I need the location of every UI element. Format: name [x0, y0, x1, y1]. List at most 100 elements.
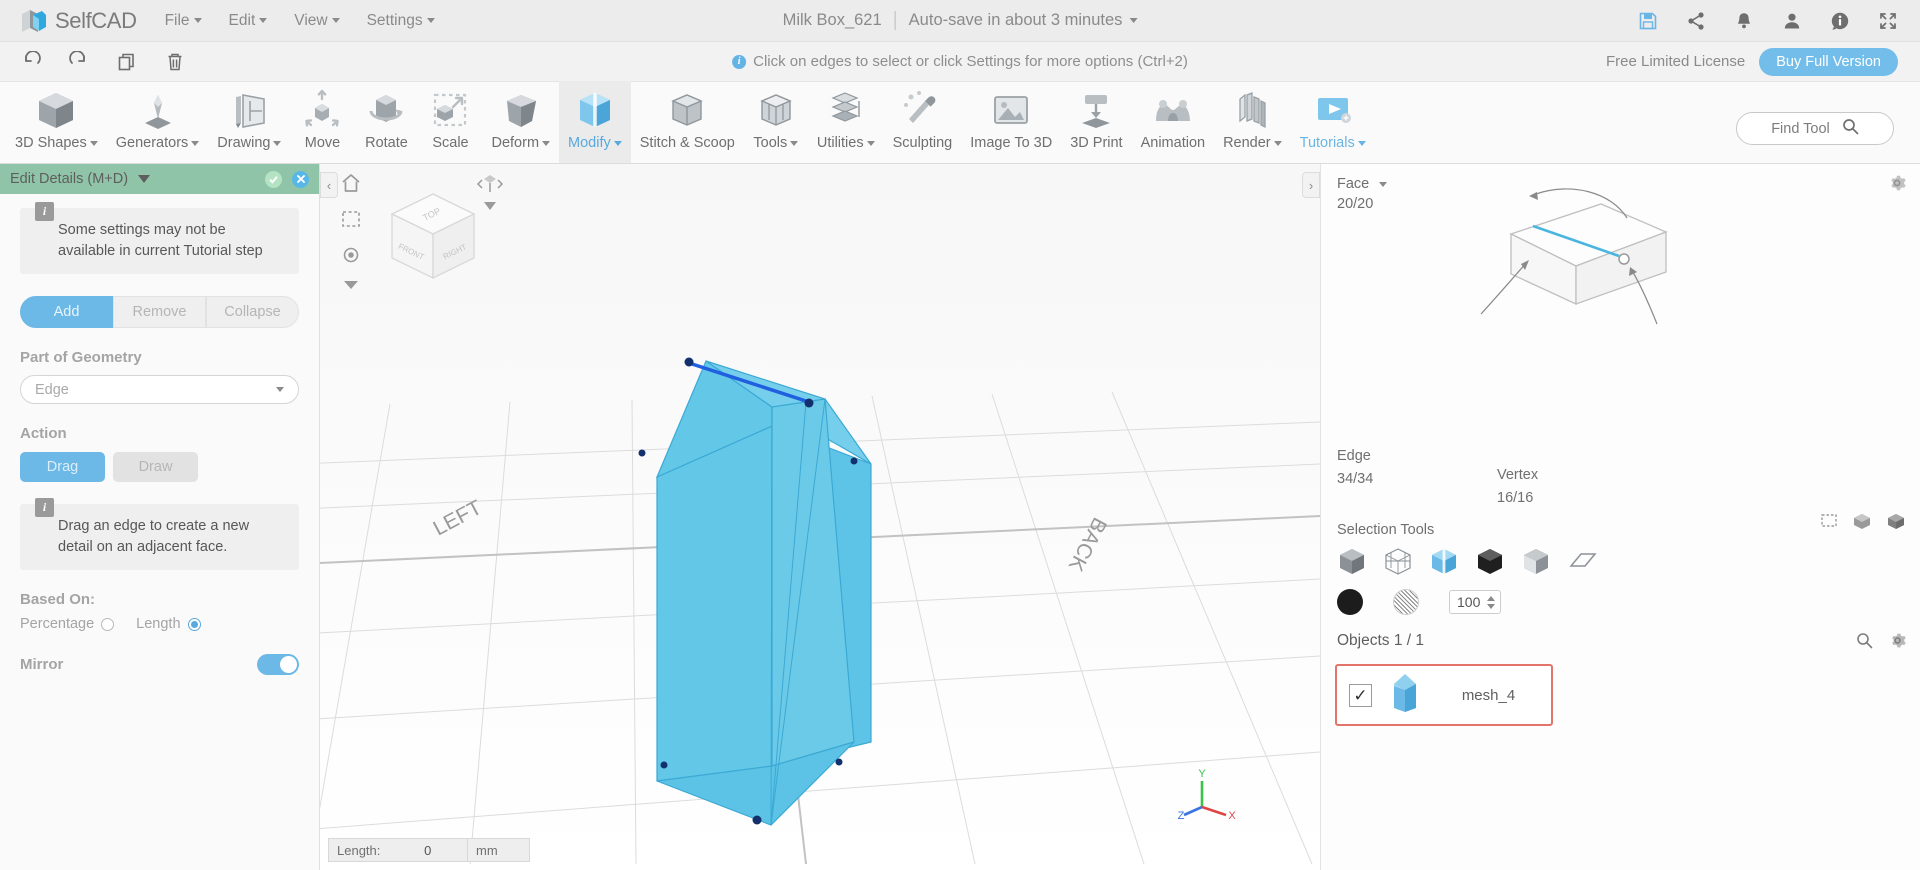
menu-file-label: File — [164, 11, 190, 29]
tools-icon — [753, 87, 799, 133]
length-value[interactable]: 0 — [388, 843, 467, 858]
ribbon-tools[interactable]: Tools — [744, 81, 808, 163]
cancel-button[interactable] — [292, 170, 309, 188]
stepper-arrows[interactable] — [1487, 595, 1495, 609]
ribbon-render-label: Render — [1223, 135, 1282, 151]
select-outline-icon[interactable] — [1475, 546, 1505, 576]
collapse-right-panel-button[interactable]: › — [1302, 172, 1320, 198]
menu-edit[interactable]: Edit — [229, 12, 268, 30]
ribbon-modify[interactable]: Modify — [559, 81, 631, 163]
search-icon[interactable] — [1856, 632, 1873, 654]
notifications-bell-icon[interactable] — [1734, 11, 1754, 31]
part-of-geometry-select[interactable]: Edge — [20, 375, 299, 405]
apply-button[interactable] — [265, 170, 282, 188]
texture-swatch-icon[interactable] — [1393, 589, 1419, 615]
radio-icon — [101, 617, 115, 631]
select-region-icon[interactable] — [340, 208, 362, 230]
autosave-status[interactable]: Auto-save in about 3 minutes — [909, 11, 1138, 30]
vertex-handle — [660, 761, 668, 769]
chevron-down-icon — [1129, 18, 1138, 23]
mirror-toggle[interactable] — [257, 654, 299, 676]
color-swatch-black[interactable] — [1337, 589, 1363, 615]
select-box-icon[interactable] — [1852, 512, 1872, 535]
ribbon-move[interactable]: Move — [290, 81, 354, 163]
collapse-left-panel-button[interactable]: ‹ — [320, 172, 338, 198]
menu-file[interactable]: File — [165, 12, 202, 30]
navigation-cube[interactable]: TOP FRONT RIGHT — [378, 186, 488, 296]
redo-button[interactable] — [68, 50, 90, 73]
opacity-stepper[interactable]: 100 — [1449, 590, 1501, 614]
chevron-down-icon[interactable] — [1487, 603, 1495, 609]
ribbon-generators[interactable]: Generators — [107, 81, 209, 163]
pivot-snap-icon[interactable] — [475, 172, 505, 219]
gear-icon[interactable] — [1889, 632, 1906, 654]
mode-add-button[interactable]: Add — [20, 296, 113, 329]
menu-view[interactable]: View — [294, 12, 340, 30]
ribbon-utilities[interactable]: Utilities — [808, 81, 884, 163]
project-title[interactable]: Milk Box_621 — [783, 11, 882, 30]
face-selector[interactable]: Face — [1337, 176, 1388, 192]
mode-remove-button[interactable]: Remove — [113, 296, 206, 329]
select-face-icon[interactable] — [1521, 546, 1551, 576]
select-wireframe-icon[interactable] — [1383, 546, 1413, 576]
selection-diagram — [1451, 174, 1681, 379]
object-name: mesh_4 — [1461, 686, 1516, 704]
ribbon-image-to-3d-label: Image To 3D — [970, 135, 1052, 151]
ribbon-3d-print[interactable]: 3D Print — [1061, 81, 1131, 163]
ribbon-3d-shapes[interactable]: 3D Shapes — [6, 81, 107, 163]
find-tool-search[interactable]: Find Tool — [1736, 112, 1894, 145]
select-rect-icon[interactable] — [1820, 512, 1838, 535]
chevron-up-icon[interactable] — [1487, 595, 1495, 601]
copy-button[interactable] — [116, 51, 138, 73]
based-on-percentage[interactable]: Percentage — [20, 616, 115, 632]
object-list-item-mesh-4[interactable]: ✓ mesh_4 — [1335, 664, 1553, 726]
select-volume-icon[interactable] — [1886, 512, 1906, 535]
panel-settings-gear-icon[interactable] — [1888, 174, 1906, 197]
ribbon-image-to-3d[interactable]: Image To 3D — [961, 81, 1061, 163]
action-draw-button[interactable]: Draw — [113, 452, 198, 483]
vertex-handle — [684, 357, 694, 367]
chevron-down-icon[interactable] — [343, 280, 359, 290]
sculpting-brush-icon — [899, 87, 945, 133]
home-view-icon[interactable] — [340, 172, 362, 194]
app-logo[interactable]: SelfCAD — [20, 7, 137, 35]
info-icon: i — [732, 54, 747, 69]
based-on-length[interactable]: Length — [136, 616, 201, 632]
fullscreen-icon[interactable] — [1878, 11, 1898, 31]
ribbon-drawing[interactable]: Drawing — [208, 81, 290, 163]
ribbon-animation[interactable]: Animation — [1132, 81, 1214, 163]
select-solid-icon[interactable] — [1337, 546, 1367, 576]
select-transparent-icon[interactable] — [1429, 546, 1459, 576]
object-visibility-checkbox[interactable]: ✓ — [1349, 683, 1372, 707]
ribbon-stitch-scoop[interactable]: Stitch & Scoop — [631, 81, 744, 163]
save-icon[interactable] — [1638, 11, 1658, 31]
buy-full-version-button[interactable]: Buy Full Version — [1759, 47, 1898, 76]
ribbon-sculpting[interactable]: Sculpting — [884, 81, 962, 163]
brand-name: SelfCAD — [55, 7, 137, 33]
top-icon-bar — [1638, 11, 1898, 31]
menu-settings[interactable]: Settings — [367, 12, 435, 30]
delete-button[interactable] — [164, 51, 186, 73]
ribbon-render[interactable]: Render — [1214, 81, 1291, 163]
action-drag-button[interactable]: Drag — [20, 452, 105, 483]
info-icon[interactable] — [1830, 11, 1850, 31]
ribbon-deform[interactable]: Deform — [482, 81, 559, 163]
mode-collapse-button[interactable]: Collapse — [206, 296, 299, 329]
length-input-bar[interactable]: Length: 0 mm — [328, 838, 530, 862]
panel-title-group[interactable]: Edit Details (M+D) — [10, 171, 151, 187]
action-hint: i Drag an edge to create a new detail on… — [20, 498, 299, 571]
license-label: Free Limited License — [1605, 53, 1746, 70]
action-bar: i Click on edges to select or click Sett… — [0, 42, 1920, 82]
ribbon-animation-label: Animation — [1141, 135, 1205, 151]
share-icon[interactable] — [1686, 11, 1706, 31]
pencil-sketch-icon — [226, 87, 272, 133]
orbit-target-icon[interactable] — [340, 244, 362, 266]
ribbon-scale[interactable]: Scale — [418, 81, 482, 163]
select-plane-icon[interactable] — [1567, 546, 1597, 576]
ribbon-sculpting-label: Sculpting — [893, 135, 953, 151]
ribbon-rotate[interactable]: Rotate — [354, 81, 418, 163]
ribbon-tutorials[interactable]: Tutorials — [1291, 81, 1375, 163]
undo-button[interactable] — [20, 50, 42, 73]
3d-viewport[interactable]: LEFT BACK TOP FRONT RIGHT ‹ › Length: 0 … — [320, 164, 1320, 870]
user-account-icon[interactable] — [1782, 11, 1802, 31]
